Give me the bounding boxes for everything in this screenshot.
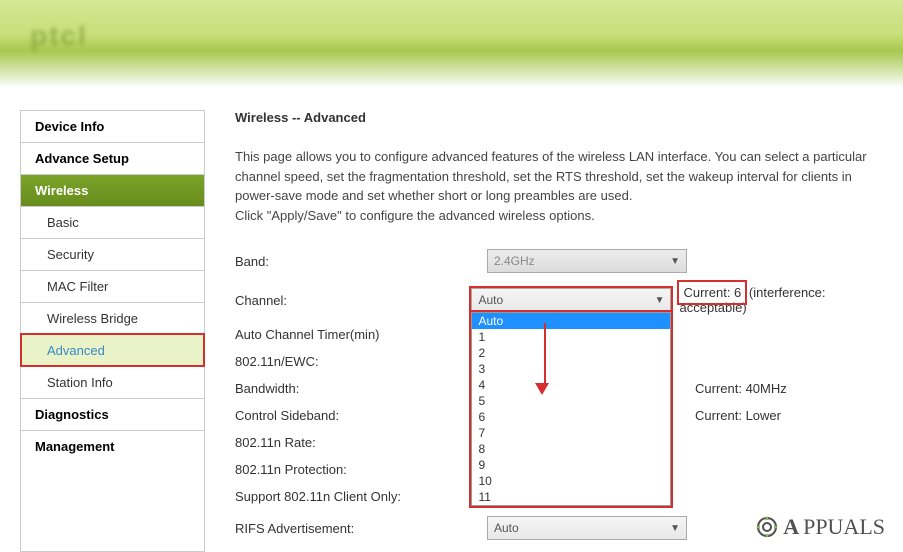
channel-option-7[interactable]: 7 [472,425,670,441]
channel-option-6[interactable]: 6 [472,409,670,425]
sidebar-item-management[interactable]: Management [21,430,204,462]
channel-option-4[interactable]: 4 [472,377,670,393]
sidebar-item-wireless[interactable]: Wireless [21,174,204,206]
label-band: Band: [235,254,487,269]
channel-status: Current: 6 (interference: acceptable) [679,285,883,315]
select-rifs-value: Auto [494,521,519,535]
page-description: This page allows you to configure advanc… [235,147,883,225]
channel-option-9[interactable]: 9 [472,457,670,473]
sidebar-nav: Device Info Advance Setup Wireless Basic… [20,110,205,552]
sidebar-item-station-info[interactable]: Station Info [21,366,204,398]
row-channel: Channel: Auto ▼ Auto 1 2 3 4 5 6 7 8 9 [235,285,883,315]
main-content: Wireless -- Advanced This page allows yo… [205,110,883,552]
channel-option-3[interactable]: 3 [472,361,670,377]
select-rifs[interactable]: Auto ▼ [487,516,687,540]
brand-logo: ptcl [30,20,88,52]
description-line-1: This page allows you to configure advanc… [235,147,883,206]
logo-area: ptcl [0,0,903,72]
chevron-down-icon: ▼ [670,256,680,267]
bandwidth-status: Current: 40MHz [695,381,787,396]
sidebar-item-basic[interactable]: Basic [21,206,204,238]
channel-option-10[interactable]: 10 [472,473,670,489]
channel-option-1[interactable]: 1 [472,329,670,345]
chevron-down-icon: ▼ [670,523,680,534]
channel-option-2[interactable]: 2 [472,345,670,361]
channel-option-11[interactable]: 11 [472,489,670,505]
channel-option-5[interactable]: 5 [472,393,670,409]
page-header-banner: ptcl [0,0,903,85]
label-auto-timer: Auto Channel Timer(min) [235,327,487,342]
sidebar-item-device-info[interactable]: Device Info [21,110,204,142]
sidebar-item-security[interactable]: Security [21,238,204,270]
target-icon [755,515,779,539]
channel-option-auto[interactable]: Auto [472,313,670,329]
label-sideband: Control Sideband: [235,408,487,423]
select-band[interactable]: 2.4GHz ▼ [487,249,687,273]
label-rifs: RIFS Advertisement: [235,521,487,536]
sidebar-item-diagnostics[interactable]: Diagnostics [21,398,204,430]
label-bandwidth: Bandwidth: [235,381,487,396]
row-band: Band: 2.4GHz ▼ [235,249,883,273]
sidebar-item-advance-setup[interactable]: Advance Setup [21,142,204,174]
channel-dropdown: Auto 1 2 3 4 5 6 7 8 9 10 11 [471,312,671,506]
sideband-status: Current: Lower [695,408,781,423]
sidebar-item-advanced[interactable]: Advanced [21,334,204,366]
select-channel[interactable]: Auto ▼ [471,288,671,312]
sidebar-item-wireless-bridge[interactable]: Wireless Bridge [21,302,204,334]
title-prefix: Wireless [235,110,288,125]
label-rate: 802.11n Rate: [235,435,487,450]
label-protection: 802.11n Protection: [235,462,487,477]
label-client-only: Support 802.11n Client Only: [235,489,487,504]
label-ewc: 802.11n/EWC: [235,354,487,369]
description-line-2: Click "Apply/Save" to configure the adva… [235,206,883,226]
title-sep: -- [288,110,303,125]
page-title: Wireless -- Advanced [235,110,883,125]
label-channel: Channel: [235,293,471,308]
select-band-value: 2.4GHz [494,254,535,268]
title-suffix: Advanced [304,110,366,125]
sidebar-item-mac-filter[interactable]: MAC Filter [21,270,204,302]
watermark-logo: APPUALS [755,514,885,540]
chevron-down-icon: ▼ [655,295,665,306]
select-channel-value: Auto [478,293,503,307]
channel-option-8[interactable]: 8 [472,441,670,457]
